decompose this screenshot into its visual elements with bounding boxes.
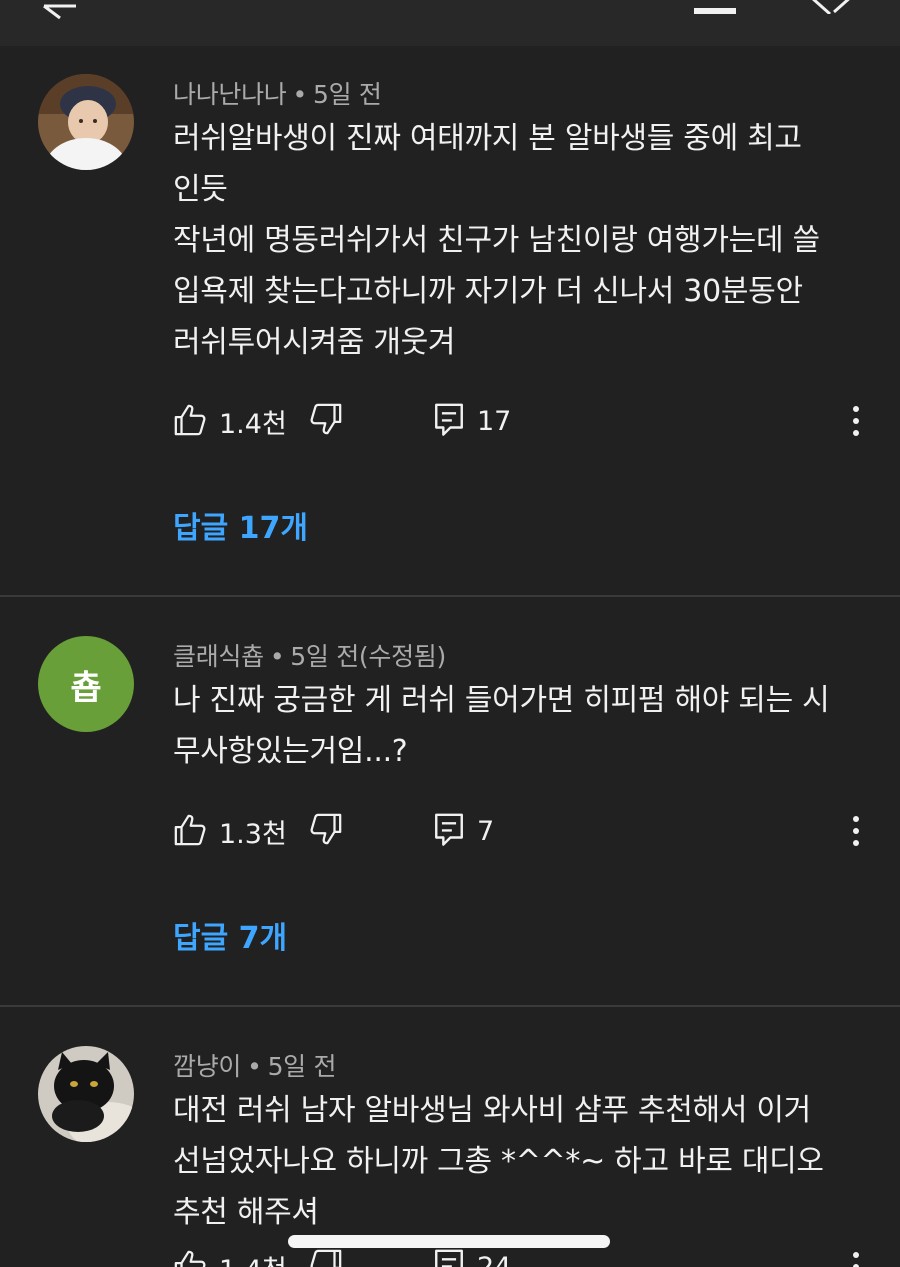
divider bbox=[0, 595, 900, 597]
thumbs-down-icon bbox=[309, 812, 343, 850]
more-vert-icon[interactable] bbox=[846, 1250, 866, 1267]
author-name[interactable]: 나나난나나 bbox=[173, 80, 287, 109]
dislike-button[interactable] bbox=[309, 402, 343, 440]
like-button[interactable]: 1.4천 bbox=[173, 402, 287, 441]
comment-line: 러쉬투어시켜줌 개웃겨 bbox=[173, 325, 456, 360]
thumbs-up-icon bbox=[173, 403, 207, 441]
author-name[interactable]: 깜냥이 bbox=[173, 1052, 241, 1081]
comment-line: 입욕제 찾는다고하니까 자기가 더 신나서 30분동안 bbox=[173, 274, 803, 309]
comment-line: 무사항있는거임...? bbox=[173, 734, 408, 769]
home-indicator[interactable] bbox=[288, 1235, 610, 1248]
separator-dot: • bbox=[292, 80, 308, 109]
separator-dot: • bbox=[247, 1052, 262, 1081]
comment-line: 선넘었자나요 하니까 그총 *^^*~ 하고 바로 대디오 bbox=[173, 1144, 824, 1179]
thumbs-down-icon bbox=[309, 1248, 343, 1267]
dislike-button[interactable] bbox=[309, 1248, 343, 1267]
sort-icon[interactable] bbox=[694, 0, 744, 22]
divider bbox=[0, 1005, 900, 1007]
comment-icon bbox=[433, 812, 465, 850]
comment-time: 5일 전(수정됨) bbox=[290, 642, 446, 671]
comment-line: 작년에 명동러쉬가서 친구가 남친이랑 여행가는데 쓸 bbox=[173, 223, 820, 258]
comment-line: 나 진짜 궁금한 게 러쉬 들어가면 히피펌 해야 되는 시 bbox=[173, 683, 830, 718]
comment-meta: 클래식춉 • 5일 전(수정됨) bbox=[173, 637, 446, 673]
comment-line: 대전 러쉬 남자 알바생님 와사비 샴푸 추천해서 이거 bbox=[173, 1093, 811, 1128]
like-count: 1.4천 bbox=[219, 1248, 287, 1267]
more-vert-icon[interactable] bbox=[846, 404, 866, 442]
thumbs-up-icon bbox=[173, 1249, 207, 1267]
reply-button[interactable]: 24 bbox=[433, 1248, 511, 1267]
comment-actions: 1.4천 24 bbox=[173, 1248, 873, 1267]
comment-text: 나 진짜 궁금한 게 러쉬 들어가면 히피펌 해야 되는 시 무사항있는거임..… bbox=[173, 675, 873, 777]
comment-meta: 나나난나나 • 5일 전 bbox=[173, 75, 382, 111]
reply-count: 17 bbox=[477, 405, 512, 437]
like-button[interactable]: 1.4천 bbox=[173, 1248, 287, 1267]
comment-time: 5일 전 bbox=[312, 80, 382, 109]
view-replies-link[interactable]: 답글 17개 bbox=[173, 503, 308, 547]
more-vert-icon[interactable] bbox=[846, 814, 866, 852]
avatar[interactable]: 춉 bbox=[38, 636, 134, 732]
comment-actions: 1.4천 17 bbox=[173, 402, 873, 442]
thumbs-up-icon bbox=[173, 813, 207, 851]
reply-button[interactable]: 7 bbox=[433, 812, 494, 850]
top-bar bbox=[0, 0, 900, 46]
comment-icon bbox=[433, 402, 465, 440]
reply-count: 24 bbox=[477, 1251, 512, 1267]
avatar[interactable] bbox=[38, 74, 134, 170]
close-icon[interactable] bbox=[808, 0, 858, 18]
like-count: 1.4천 bbox=[219, 409, 287, 440]
view-replies-link[interactable]: 답글 7개 bbox=[173, 913, 287, 957]
separator-dot: • bbox=[269, 642, 285, 671]
arrow-left-icon[interactable] bbox=[40, 0, 80, 30]
comment-actions: 1.3천 7 bbox=[173, 812, 873, 852]
dislike-button[interactable] bbox=[309, 812, 343, 850]
comment-icon bbox=[433, 1248, 465, 1267]
reply-count: 7 bbox=[477, 815, 495, 847]
comment-meta: 깜냥이 • 5일 전 bbox=[173, 1047, 337, 1083]
comment-line: 인듯 bbox=[173, 172, 228, 207]
comment-text: 러쉬알바생이 진짜 여태까지 본 알바생들 중에 최고 인듯 작년에 명동러쉬가… bbox=[173, 113, 873, 368]
thumbs-down-icon bbox=[309, 402, 343, 440]
reply-button[interactable]: 17 bbox=[433, 402, 511, 440]
comment-line: 추천 해주셔 bbox=[173, 1195, 319, 1230]
comment-time: 5일 전 bbox=[267, 1052, 337, 1081]
author-name[interactable]: 클래식춉 bbox=[173, 642, 264, 671]
like-button[interactable]: 1.3천 bbox=[173, 812, 287, 851]
avatar[interactable] bbox=[38, 1046, 134, 1142]
comment-line: 러쉬알바생이 진짜 여태까지 본 알바생들 중에 최고 bbox=[173, 121, 802, 156]
like-count: 1.3천 bbox=[219, 819, 287, 850]
comment-text: 대전 러쉬 남자 알바생님 와사비 샴푸 추천해서 이거 선넘었자나요 하니까 … bbox=[173, 1085, 873, 1238]
